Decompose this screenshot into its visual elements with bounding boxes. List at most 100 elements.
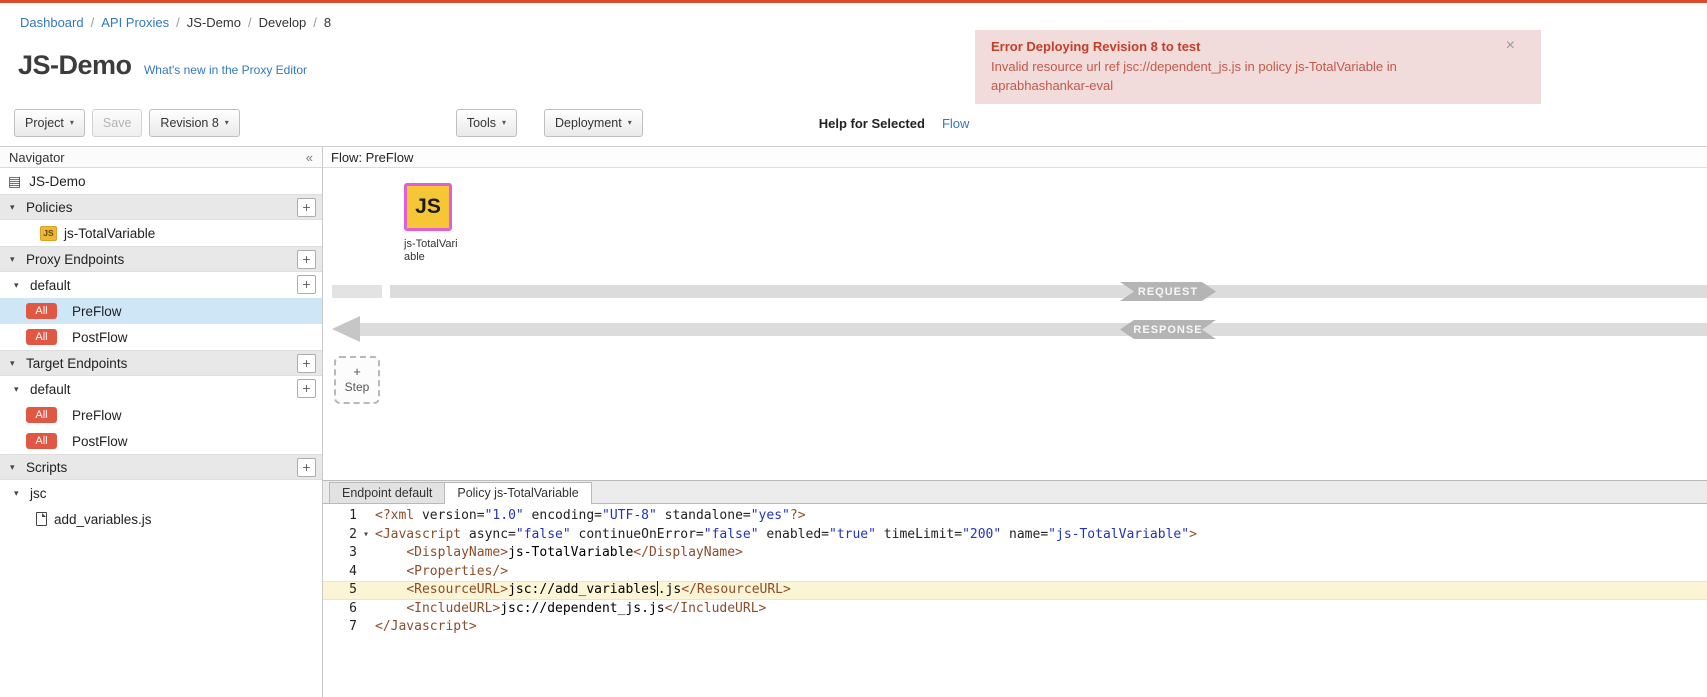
line-number: 4 — [323, 563, 357, 582]
fold-gutter — [357, 618, 375, 637]
section-label: Policies — [26, 200, 73, 215]
sidebar-item-proxy-preflow[interactable]: All PreFlow — [0, 298, 322, 324]
add-flow-button[interactable]: + — [297, 275, 316, 294]
error-banner-title: Error Deploying Revision 8 to test — [991, 39, 1497, 54]
sidebar-item-label: PreFlow — [72, 408, 122, 423]
chevron-down-icon[interactable]: ▾ — [10, 202, 23, 213]
flow-canvas[interactable]: JS js-TotalVariable REQUEST RESPONSE + S… — [323, 168, 1707, 480]
sidebar-item-label: default — [30, 382, 71, 397]
code-line[interactable]: 5 <ResourceURL>jsc://add_variables.js</R… — [323, 581, 1707, 600]
request-flow-bar — [390, 285, 1707, 298]
section-label: Target Endpoints — [26, 356, 127, 371]
tab-endpoint-default[interactable]: Endpoint default — [329, 482, 445, 503]
add-proxy-endpoint-button[interactable]: + — [297, 250, 316, 269]
save-button[interactable]: Save — [92, 109, 143, 137]
sidebar-section-proxy-endpoints[interactable]: ▾ Proxy Endpoints + — [0, 246, 322, 272]
sidebar-item-proxy-postflow[interactable]: All PostFlow — [0, 324, 322, 350]
js-policy-node-icon[interactable]: JS — [404, 183, 452, 231]
code-line[interactable]: 4 <Properties/> — [323, 563, 1707, 582]
code-line[interactable]: 7</Javascript> — [323, 618, 1707, 637]
code-editor[interactable]: 1<?xml version="1.0" encoding="UTF-8" st… — [323, 504, 1707, 697]
code-text: </Javascript> — [375, 618, 477, 637]
fold-gutter — [357, 544, 375, 563]
chevron-down-icon[interactable]: ▾ — [14, 280, 27, 291]
request-label: REQUEST — [1120, 282, 1216, 301]
proxy-editor-app: Dashboard / API Proxies / JS-Demo / Deve… — [0, 0, 1707, 697]
whats-new-link[interactable]: What's new in the Proxy Editor — [144, 63, 307, 77]
chevron-down-icon[interactable]: ▾ — [10, 358, 23, 369]
breadcrumb-api-proxies[interactable]: API Proxies — [101, 15, 169, 30]
sidebar-item-label: PostFlow — [72, 330, 128, 345]
all-badge: All — [26, 407, 57, 423]
add-flow-button[interactable]: + — [297, 379, 316, 398]
sidebar-item-target-postflow[interactable]: All PostFlow — [0, 428, 322, 454]
deployment-button[interactable]: Deployment ▾ — [544, 109, 643, 137]
fold-gutter — [357, 581, 375, 600]
all-badge: All — [26, 329, 57, 345]
code-line[interactable]: 2▾<Javascript async="false" continueOnEr… — [323, 526, 1707, 545]
code-text: <Properties/> — [375, 563, 508, 582]
sidebar-item-target-default[interactable]: ▾ default + — [0, 376, 322, 402]
chevron-down-icon[interactable]: ▾ — [10, 462, 23, 473]
policy-node-label: js-TotalVariable — [404, 238, 460, 264]
sidebar-item-label: default — [30, 278, 71, 293]
fold-gutter — [357, 563, 375, 582]
sidebar-item-proxy-root[interactable]: ▤ JS-Demo — [0, 168, 322, 194]
breadcrumb-separator: / — [313, 15, 317, 30]
breadcrumb-separator: / — [248, 15, 252, 30]
chevron-down-icon[interactable]: ▾ — [10, 254, 23, 265]
file-icon — [36, 512, 47, 526]
sidebar-section-policies[interactable]: ▾ Policies + — [0, 194, 322, 220]
code-text: <ResourceURL>jsc://add_variables.js</Res… — [375, 581, 791, 600]
flow-title: Flow: PreFlow — [323, 147, 1707, 168]
caret-down-icon: ▾ — [70, 119, 74, 127]
sidebar-item-proxy-default[interactable]: ▾ default + — [0, 272, 322, 298]
save-button-label: Save — [103, 116, 132, 130]
breadcrumb-dashboard[interactable]: Dashboard — [20, 15, 84, 30]
response-arrowhead-icon — [332, 316, 360, 342]
collapse-icon[interactable]: « — [306, 150, 313, 165]
tools-button[interactable]: Tools ▾ — [456, 109, 517, 137]
request-flow-stub — [332, 285, 382, 298]
add-script-button[interactable]: + — [297, 458, 316, 477]
sidebar-item-js-totalvariable[interactable]: JS js-TotalVariable — [0, 220, 322, 246]
breadcrumb-revision: 8 — [324, 15, 331, 30]
help-for-selected-label: Help for Selected — [819, 116, 925, 131]
revision-button[interactable]: Revision 8 ▾ — [149, 109, 239, 137]
editor-tabs: Endpoint default Policy js-TotalVariable — [323, 481, 1707, 504]
sidebar-item-target-preflow[interactable]: All PreFlow — [0, 402, 322, 428]
line-number: 2 — [323, 526, 357, 545]
close-icon[interactable]: × — [1506, 38, 1515, 54]
chevron-down-icon[interactable]: ▾ — [14, 384, 27, 395]
code-line[interactable]: 3 <DisplayName>js-TotalVariable</Display… — [323, 544, 1707, 563]
policy-node-js-totalvariable[interactable]: JS js-TotalVariable — [404, 183, 480, 264]
workspace: Navigator « ▤ JS-Demo ▾ Policies + JS js… — [0, 147, 1707, 697]
caret-down-icon: ▾ — [628, 119, 632, 127]
code-line[interactable]: 6 <IncludeURL>jsc://dependent_js.js</Inc… — [323, 600, 1707, 619]
proxy-icon: ▤ — [8, 173, 21, 190]
plus-icon: + — [353, 366, 361, 378]
project-button[interactable]: Project ▾ — [14, 109, 85, 137]
page-title: JS-Demo — [18, 50, 132, 80]
breadcrumb-develop: Develop — [259, 15, 307, 30]
caret-down-icon: ▾ — [502, 119, 506, 127]
add-step-button[interactable]: + Step — [334, 356, 380, 404]
tab-policy-js-totalvariable[interactable]: Policy js-TotalVariable — [444, 482, 591, 504]
sidebar-item-add-variables-js[interactable]: add_variables.js — [0, 506, 322, 532]
sidebar-section-scripts[interactable]: ▾ Scripts + — [0, 454, 322, 480]
help-flow-link[interactable]: Flow — [942, 116, 969, 131]
response-label: RESPONSE — [1120, 320, 1216, 339]
navigator-title: Navigator — [9, 150, 65, 165]
code-text: <?xml version="1.0" encoding="UTF-8" sta… — [375, 507, 806, 526]
chevron-down-icon[interactable]: ▾ — [14, 488, 27, 499]
add-policy-button[interactable]: + — [297, 198, 316, 217]
response-flow-bar — [360, 323, 1707, 336]
section-label: Proxy Endpoints — [26, 252, 124, 267]
fold-icon[interactable]: ▾ — [357, 526, 375, 545]
code-text: <DisplayName>js-TotalVariable</DisplayNa… — [375, 544, 743, 563]
sidebar-item-jsc-folder[interactable]: ▾ jsc — [0, 480, 322, 506]
sidebar-section-target-endpoints[interactable]: ▾ Target Endpoints + — [0, 350, 322, 376]
add-target-endpoint-button[interactable]: + — [297, 354, 316, 373]
line-number: 5 — [323, 581, 357, 600]
code-line[interactable]: 1<?xml version="1.0" encoding="UTF-8" st… — [323, 507, 1707, 526]
